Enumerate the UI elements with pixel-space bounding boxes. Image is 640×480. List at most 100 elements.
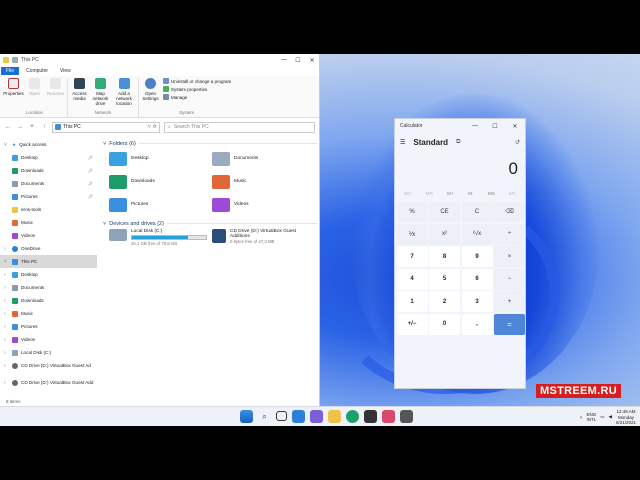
nav-pc-music[interactable]: › Music (0, 307, 97, 320)
key-divide-button[interactable]: ÷ (494, 223, 525, 245)
devices-section-header[interactable]: ˅ Devices and drives (2) (103, 218, 317, 229)
folders-section-header[interactable]: ˅ Folders (6) (103, 138, 317, 149)
minimize-button[interactable]: — (465, 123, 485, 130)
edge-icon[interactable] (346, 410, 359, 423)
chevron-down-icon[interactable]: ˅ (4, 142, 9, 148)
calculator-icon[interactable] (400, 410, 413, 423)
drive-local-disk[interactable]: Local Disk (C:) 20,1 GB free of 79,9 GB (109, 229, 212, 251)
folder-documents[interactable]: Documents (212, 149, 315, 168)
keep-on-top-icon[interactable]: ⧉ (456, 139, 460, 146)
nav-quick-videos[interactable]: Videos (0, 229, 97, 242)
key-1-button[interactable]: 1 (396, 291, 428, 312)
key-8-button[interactable]: 8 (429, 246, 460, 267)
language-indicator[interactable]: ENG INTL (586, 412, 596, 423)
open-button[interactable]: Open (26, 78, 43, 110)
nav-quick-music[interactable]: Music (0, 216, 97, 229)
minimize-button[interactable]: — (277, 57, 291, 64)
memory-subtract-button[interactable]: M- (468, 192, 474, 197)
address-bar[interactable]: This PC ˅ ⟳ (52, 121, 160, 133)
nav-quick-pictures[interactable]: Pictures 📌︎ (0, 190, 97, 203)
key-4-button[interactable]: 4 (396, 268, 428, 290)
key-clear-button[interactable]: C (461, 201, 493, 222)
nav-quick-access[interactable]: ˅ ★ Quick access (0, 138, 97, 151)
chevron-right-icon[interactable]: › (4, 246, 9, 252)
close-button[interactable]: ✕ (305, 57, 319, 64)
chevron-right-icon[interactable]: › (4, 324, 9, 330)
chevron-down-icon[interactable]: ˅ (4, 259, 9, 265)
key-add-button[interactable]: + (494, 291, 525, 312)
store-icon[interactable] (364, 410, 377, 423)
folder-pictures[interactable]: Pictures (109, 195, 212, 214)
key-0-button[interactable]: 0 (429, 313, 460, 335)
back-button[interactable]: ← (4, 124, 12, 130)
key-subtract-button[interactable]: − (494, 268, 525, 290)
close-button[interactable]: ✕ (505, 123, 525, 130)
nav-quick-desktop[interactable]: Desktop 📌︎ (0, 151, 97, 164)
tab-view[interactable]: View (55, 67, 76, 75)
memory-recall-button[interactable]: MR (426, 192, 433, 197)
key-5-button[interactable]: 5 (429, 268, 460, 290)
folder-desktop[interactable]: Desktop (109, 149, 212, 168)
memory-clear-button[interactable]: MC (404, 192, 411, 197)
key-backspace-button[interactable]: ⌫ (494, 201, 525, 222)
key-9-button[interactable]: 9 (461, 246, 493, 267)
chat-icon[interactable] (310, 410, 323, 423)
nav-pc-documents[interactable]: › Documents (0, 281, 97, 294)
forward-button[interactable]: → (16, 124, 24, 130)
memory-store-button[interactable]: MS (488, 192, 495, 197)
chevron-right-icon[interactable]: › (4, 285, 9, 291)
nav-pc-pictures[interactable]: › Pictures (0, 320, 97, 333)
address-dropdown-icon[interactable]: ˅ (148, 124, 151, 130)
file-explorer-icon[interactable] (328, 410, 341, 423)
key-negate-button[interactable]: +/− (396, 313, 428, 335)
rename-button[interactable]: Rename (47, 78, 64, 110)
add-network-location-button[interactable]: Add a network location (113, 78, 135, 110)
key-equals-button[interactable]: = (494, 313, 525, 335)
network-icon[interactable]: ▭ (600, 414, 604, 420)
folder-downloads[interactable]: Downloads (109, 172, 212, 191)
nav-onedrive[interactable]: › OneDrive (0, 242, 97, 255)
tab-computer[interactable]: Computer (21, 67, 53, 75)
key-7-button[interactable]: 7 (396, 246, 428, 267)
drive-cd[interactable]: CD Drive (D:) VirtualBox Guest Additions… (212, 229, 315, 251)
chevron-right-icon[interactable]: › (4, 298, 9, 304)
chevron-right-icon[interactable]: › (4, 272, 9, 278)
key-multiply-button[interactable]: × (494, 246, 525, 267)
key-decimal-button[interactable]: , (461, 313, 493, 335)
tab-file[interactable]: File (1, 67, 20, 75)
chevron-right-icon[interactable]: › (4, 337, 9, 343)
history-icon[interactable]: ↺ (515, 139, 520, 146)
chevron-right-icon[interactable]: › (4, 363, 9, 369)
search-box[interactable]: ⌕ Search This PC (164, 121, 315, 133)
key-reciprocal-button[interactable]: ⅟x (396, 223, 428, 245)
key-percent-button[interactable]: % (396, 201, 428, 222)
chevron-right-icon[interactable]: › (4, 311, 9, 317)
nav-pc-videos[interactable]: › Videos (0, 333, 97, 346)
memory-list-button[interactable]: M˅ (509, 192, 516, 197)
refresh-icon[interactable]: ⟳ (153, 124, 157, 130)
nav-quick-downloads[interactable]: Downloads 📌︎ (0, 164, 97, 177)
search-icon[interactable]: ⌕ (258, 410, 271, 423)
task-view-icon[interactable] (276, 411, 287, 421)
quick-access-toolbar-icon[interactable] (12, 57, 18, 63)
maximize-button[interactable]: ☐ (291, 57, 305, 64)
system-properties-button[interactable]: System properties (163, 86, 231, 92)
start-button[interactable] (240, 410, 253, 423)
up-button[interactable]: ↑ (40, 124, 48, 130)
key-3-button[interactable]: 3 (461, 291, 493, 312)
volume-icon[interactable]: ◀︎ (609, 414, 612, 420)
memory-add-button[interactable]: M+ (447, 192, 454, 197)
key-square-root-button[interactable]: ²√x (461, 223, 493, 245)
map-network-drive-button[interactable]: Map network drive (92, 78, 109, 110)
nav-this-pc[interactable]: ˅ This PC (0, 255, 97, 268)
widgets-icon[interactable] (292, 410, 305, 423)
access-media-button[interactable]: Access media (71, 78, 88, 110)
nav-pc-local-disk[interactable]: › Local Disk (C:) (0, 346, 97, 359)
chevron-right-icon[interactable]: › (4, 380, 9, 386)
snipping-tool-icon[interactable] (382, 410, 395, 423)
folder-music[interactable]: Music (212, 172, 315, 191)
nav-pc-downloads[interactable]: › Downloads (0, 294, 97, 307)
nav-pc-cd-drive[interactable]: › CD Drive (D:) VirtualBox Guest Ad (0, 359, 97, 372)
key-square-button[interactable]: x² (429, 223, 460, 245)
open-settings-button[interactable]: Open Settings (142, 78, 159, 110)
